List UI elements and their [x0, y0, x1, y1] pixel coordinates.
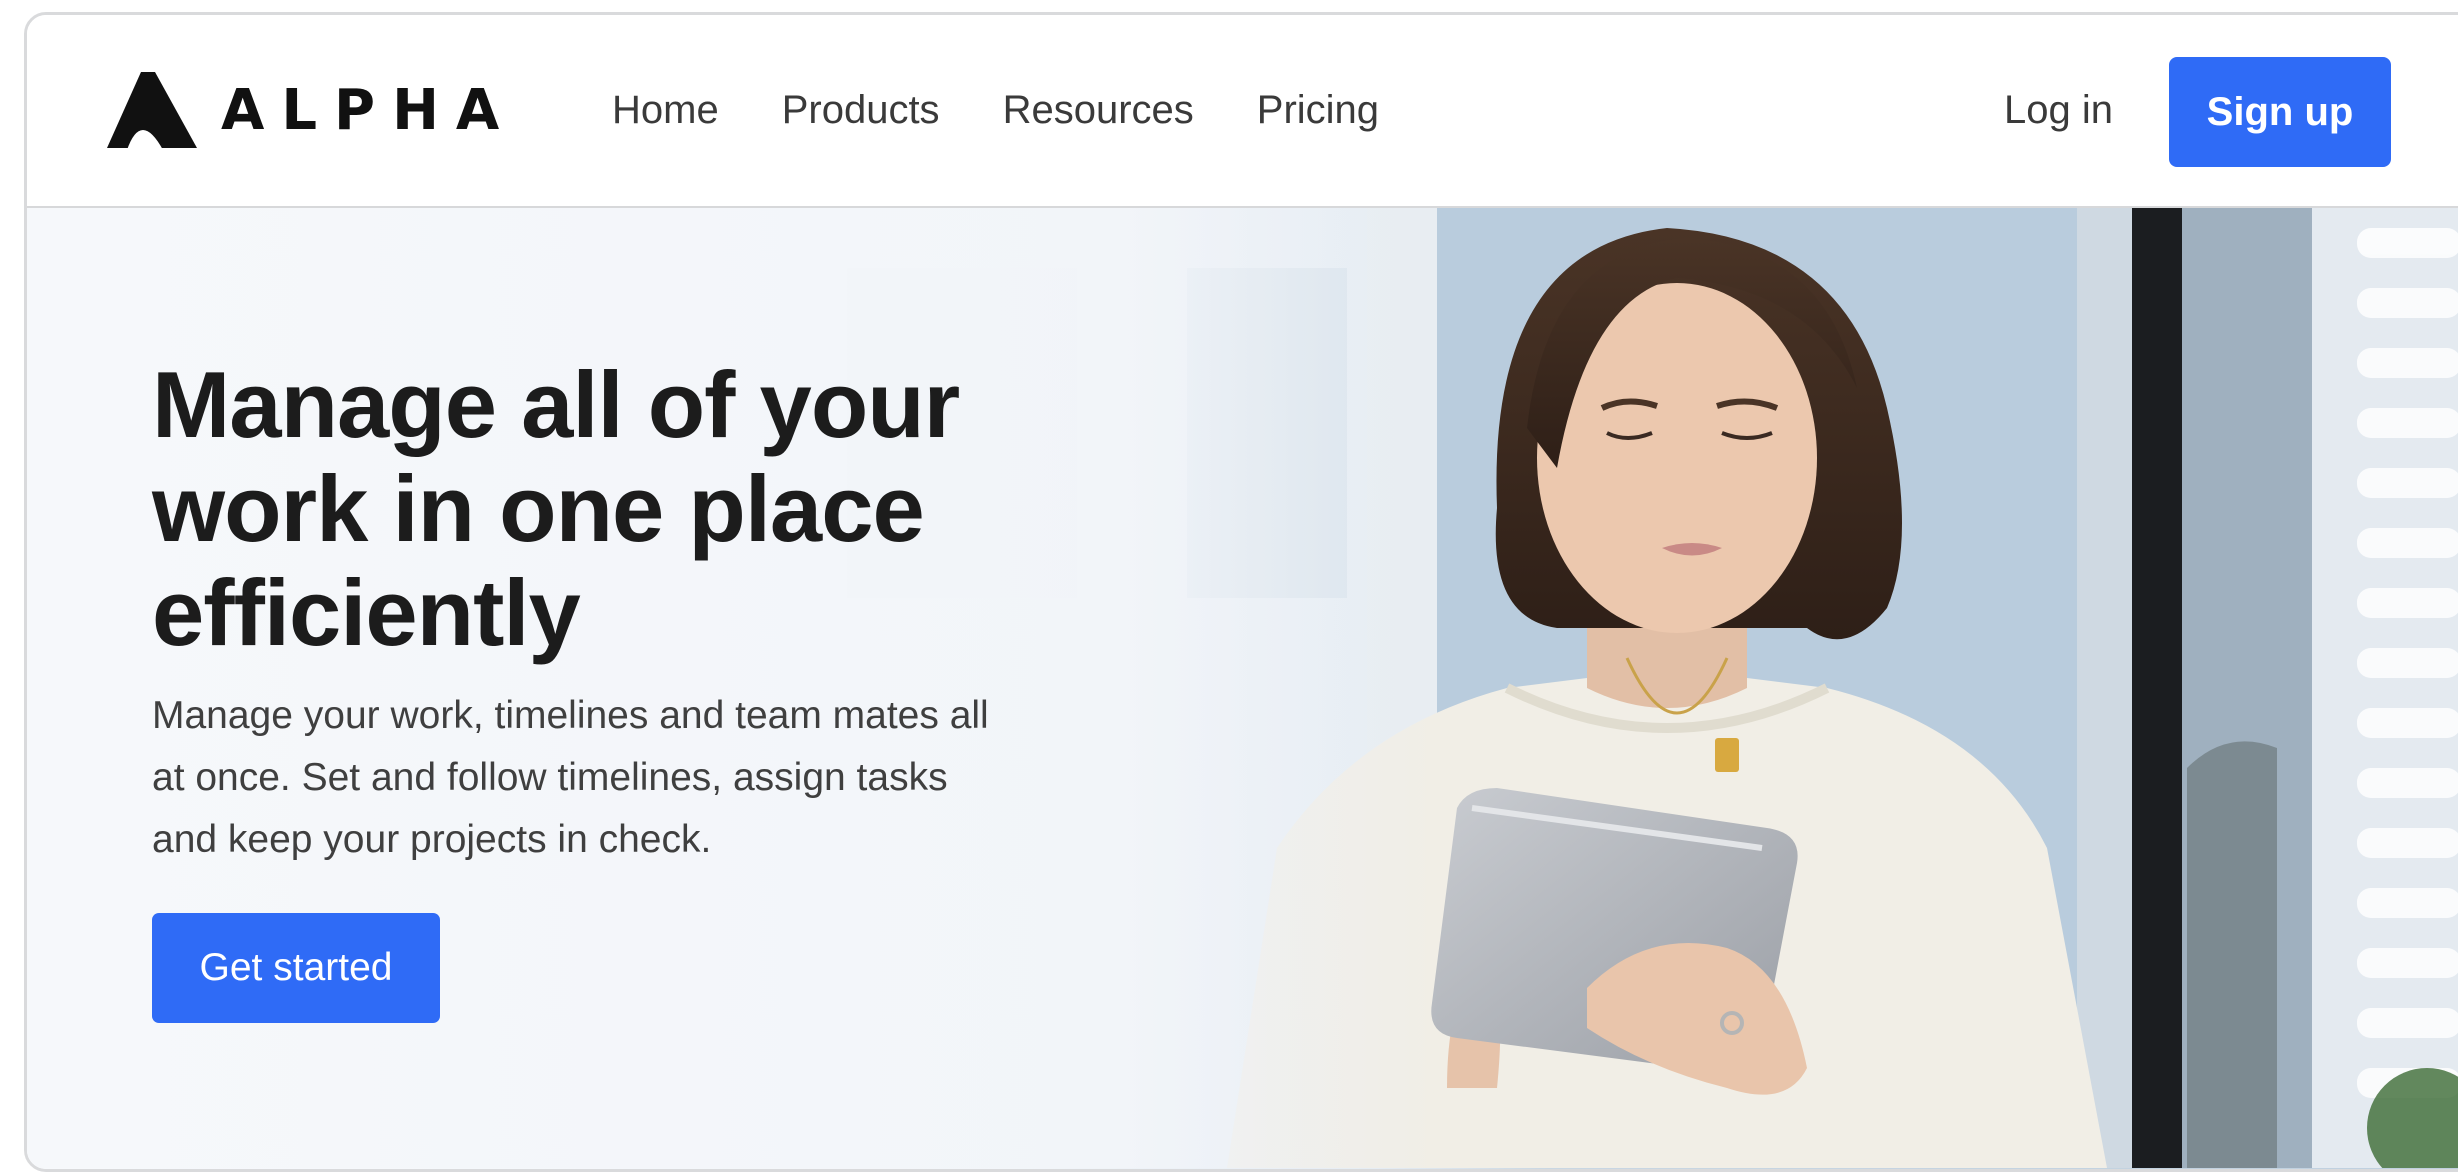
- nav-item-pricing[interactable]: Pricing: [1257, 88, 1379, 133]
- get-started-button[interactable]: Get started: [152, 913, 440, 1023]
- signup-button[interactable]: Sign up: [2169, 57, 2391, 167]
- hero-subtitle: Manage your work, timelines and team mat…: [152, 694, 989, 861]
- brand-name: ALPHA: [221, 77, 517, 143]
- login-link[interactable]: Log in: [2004, 15, 2113, 206]
- main-nav: Home Products Resources Pricing: [612, 15, 1379, 206]
- hero-content: Manage all of your work in one place eff…: [152, 353, 1052, 871]
- alpha-logo-icon: [107, 72, 197, 150]
- nav-item-products[interactable]: Products: [782, 88, 940, 133]
- browser-frame: ALPHA Home Products Resources Pricing Lo…: [24, 12, 2458, 1172]
- nav-item-resources[interactable]: Resources: [1003, 88, 1194, 133]
- brand-logo[interactable]: ALPHA: [107, 70, 516, 150]
- site-header: ALPHA Home Products Resources Pricing Lo…: [27, 15, 2458, 208]
- hero-title: Manage all of your work in one place eff…: [152, 352, 960, 665]
- nav-item-home[interactable]: Home: [612, 88, 719, 133]
- hero-section: Manage all of your work in one place eff…: [27, 208, 2458, 1169]
